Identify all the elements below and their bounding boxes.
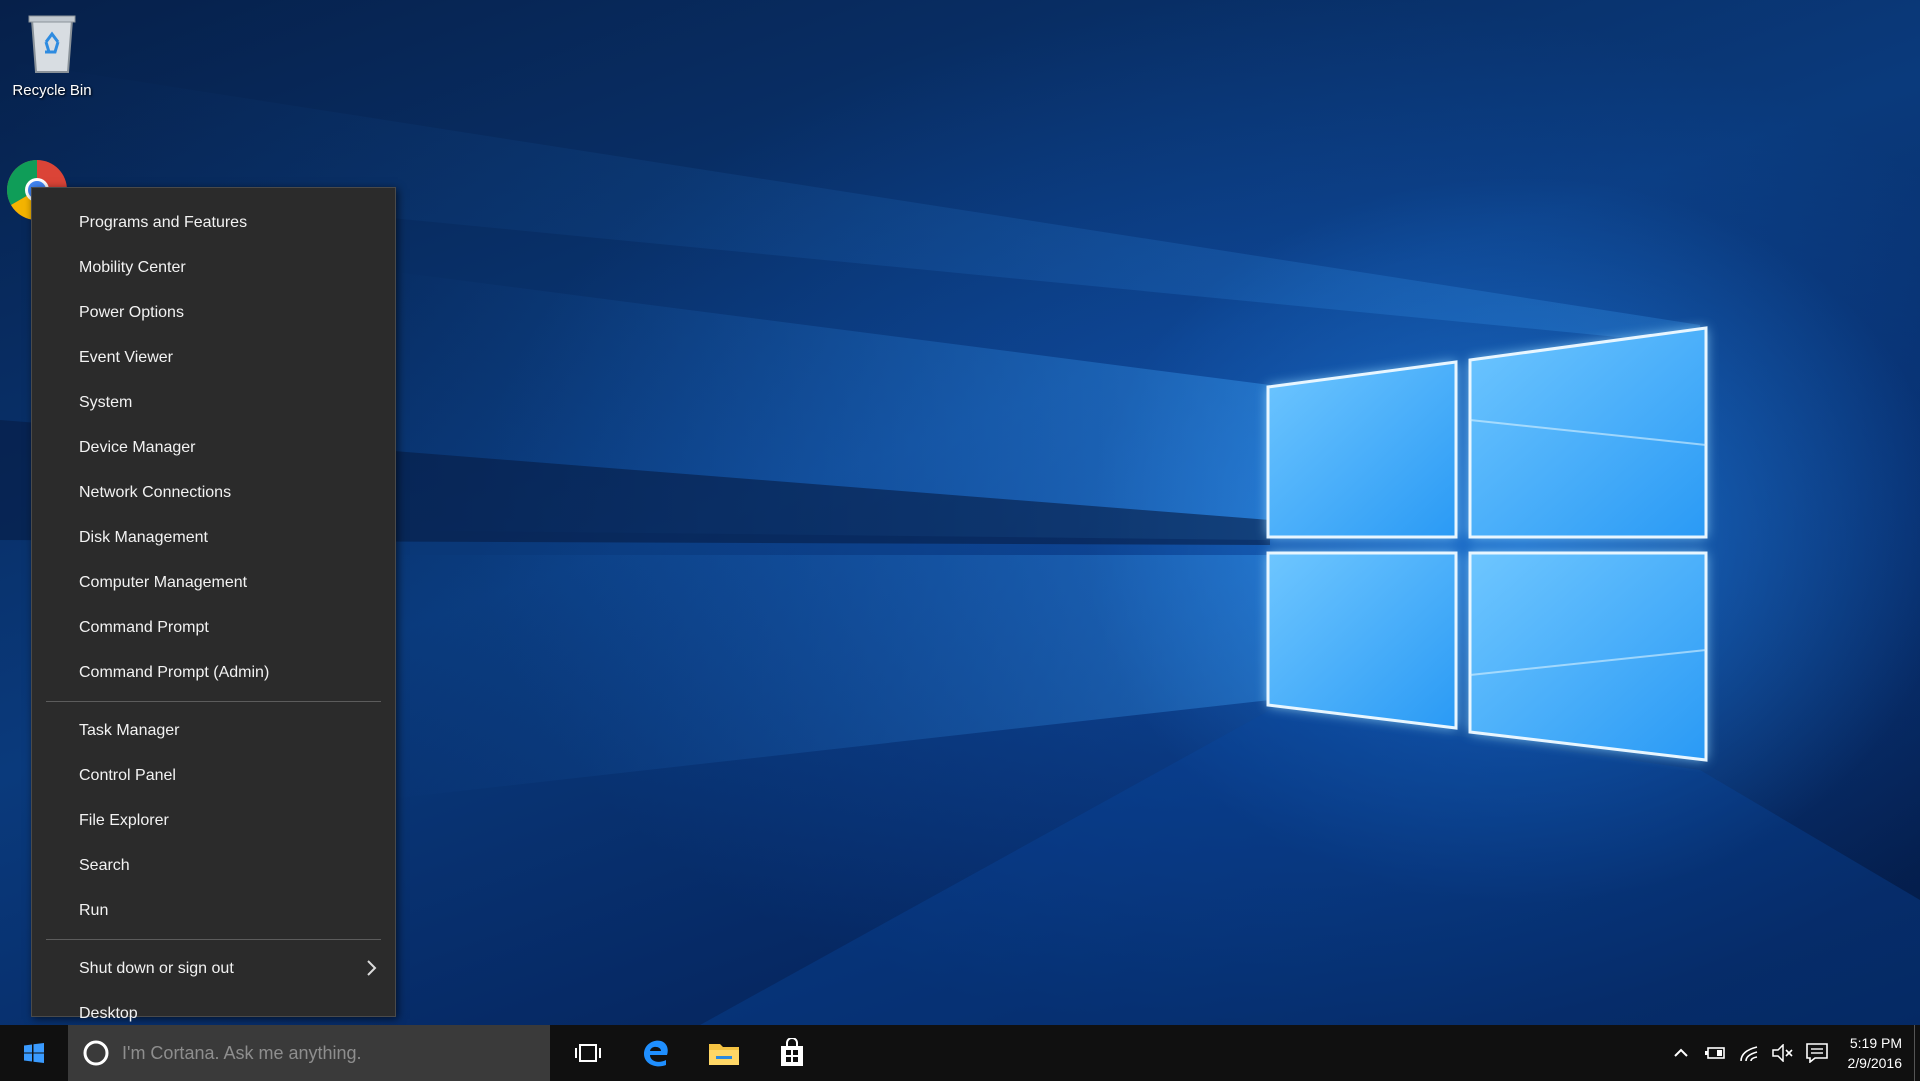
menu-item-label: Power Options bbox=[79, 303, 184, 321]
store-icon bbox=[781, 1038, 803, 1066]
action-center-icon bbox=[1805, 1043, 1828, 1063]
menu-separator bbox=[46, 939, 381, 940]
volume-muted-icon bbox=[1771, 1044, 1793, 1062]
menu-item-shut-down-or-sign-out[interactable]: Shut down or sign out bbox=[32, 946, 395, 991]
menu-item-label: Search bbox=[79, 856, 130, 874]
chevron-right-icon bbox=[367, 960, 377, 976]
file-explorer-icon bbox=[709, 1044, 739, 1065]
menu-item-disk-management[interactable]: Disk Management bbox=[32, 515, 395, 560]
recycle-bin-shortcut[interactable]: Recycle Bin bbox=[2, 12, 102, 99]
menu-item-command-prompt[interactable]: Command Prompt bbox=[32, 605, 395, 650]
cortana-search-input[interactable] bbox=[122, 1042, 522, 1064]
cortana-circle-icon bbox=[83, 1040, 109, 1066]
store-button[interactable] bbox=[758, 1025, 826, 1081]
menu-item-programs-and-features[interactable]: Programs and Features bbox=[32, 200, 395, 245]
windows-logo-icon bbox=[24, 1043, 44, 1063]
task-view-icon bbox=[575, 1044, 601, 1062]
chevron-up-icon bbox=[1673, 1048, 1688, 1057]
menu-item-label: System bbox=[79, 393, 133, 411]
edge-icon bbox=[644, 1040, 668, 1067]
action-center-button[interactable] bbox=[1800, 1025, 1834, 1081]
cortana-search-box[interactable] bbox=[68, 1025, 550, 1081]
menu-item-label: File Explorer bbox=[79, 811, 169, 829]
menu-item-mobility-center[interactable]: Mobility Center bbox=[32, 245, 395, 290]
menu-item-task-manager[interactable]: Task Manager bbox=[32, 708, 395, 753]
menu-item-search[interactable]: Search bbox=[32, 843, 395, 888]
menu-item-run[interactable]: Run bbox=[32, 888, 395, 933]
menu-item-command-prompt-admin[interactable]: Command Prompt (Admin) bbox=[32, 650, 395, 695]
taskbar: 5:19 PM 2/9/2016 bbox=[0, 1025, 1920, 1081]
clock[interactable]: 5:19 PM 2/9/2016 bbox=[1834, 1033, 1915, 1073]
menu-item-label: Programs and Features bbox=[79, 213, 248, 231]
edge-button[interactable] bbox=[622, 1025, 690, 1081]
network-icon bbox=[1739, 1046, 1757, 1062]
menu-item-label: Device Manager bbox=[79, 438, 196, 456]
menu-item-label: Mobility Center bbox=[79, 258, 186, 276]
file-explorer-button[interactable] bbox=[690, 1025, 758, 1081]
menu-item-label: Disk Management bbox=[79, 528, 208, 546]
menu-item-label: Desktop bbox=[79, 1004, 138, 1022]
clock-date: 2/9/2016 bbox=[1847, 1055, 1903, 1071]
network-button[interactable] bbox=[1732, 1025, 1766, 1081]
start-button[interactable] bbox=[0, 1025, 68, 1081]
menu-item-computer-management[interactable]: Computer Management bbox=[32, 560, 395, 605]
volume-button[interactable] bbox=[1766, 1025, 1800, 1081]
system-tray: 5:19 PM 2/9/2016 bbox=[1664, 1025, 1920, 1081]
menu-item-label: Control Panel bbox=[79, 766, 176, 784]
menu-item-system[interactable]: System bbox=[32, 380, 395, 425]
menu-item-label: Shut down or sign out bbox=[79, 959, 234, 977]
menu-item-network-connections[interactable]: Network Connections bbox=[32, 470, 395, 515]
menu-item-file-explorer[interactable]: File Explorer bbox=[32, 798, 395, 843]
menu-item-device-manager[interactable]: Device Manager bbox=[32, 425, 395, 470]
recycle-bin-icon bbox=[28, 15, 76, 73]
show-desktop-button[interactable] bbox=[1914, 1025, 1920, 1081]
battery-icon bbox=[1704, 1047, 1725, 1059]
menu-item-label: Run bbox=[79, 901, 109, 919]
menu-separator bbox=[46, 701, 381, 702]
menu-item-power-options[interactable]: Power Options bbox=[32, 290, 395, 335]
battery-button[interactable] bbox=[1698, 1025, 1732, 1081]
task-view-button[interactable] bbox=[554, 1025, 622, 1081]
recycle-bin-label: Recycle Bin bbox=[12, 82, 92, 99]
menu-item-label: Network Connections bbox=[79, 483, 232, 501]
menu-item-label: Task Manager bbox=[79, 721, 180, 739]
menu-item-label: Computer Management bbox=[79, 573, 248, 591]
show-hidden-icons-button[interactable] bbox=[1664, 1025, 1698, 1081]
clock-time: 5:19 PM bbox=[1849, 1035, 1902, 1051]
menu-item-control-panel[interactable]: Control Panel bbox=[32, 753, 395, 798]
menu-item-event-viewer[interactable]: Event Viewer bbox=[32, 335, 395, 380]
menu-item-label: Event Viewer bbox=[79, 348, 173, 366]
winx-power-user-menu: Programs and Features Mobility Center Powe… bbox=[31, 187, 396, 1022]
menu-item-label: Command Prompt bbox=[79, 618, 209, 636]
menu-item-label: Command Prompt (Admin) bbox=[79, 663, 270, 681]
